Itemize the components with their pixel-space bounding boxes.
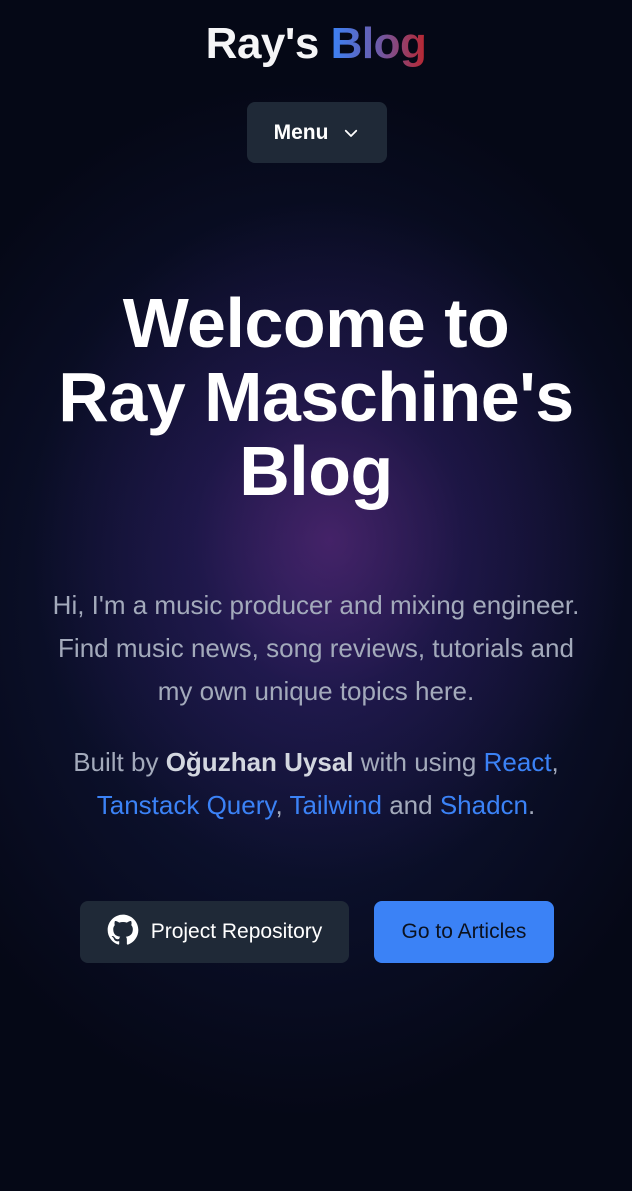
credits-sep2: ,	[275, 790, 283, 820]
credits-end: .	[528, 790, 536, 820]
site-header: Ray's Blog Menu	[0, 0, 632, 200]
tanstack-query-link[interactable]: Tanstack Query	[97, 790, 276, 820]
shadcn-link[interactable]: Shadcn	[440, 790, 528, 820]
go-to-articles-label: Go to Articles	[401, 920, 527, 943]
menu-button[interactable]: Menu	[247, 102, 387, 163]
hero-title-line2: Ray Maschine's	[58, 358, 574, 436]
credits-middle: with using	[360, 747, 477, 777]
site-title-part2: Blog	[330, 19, 427, 68]
credits-text: Built by Oğuzhan Uysal with using React,…	[40, 741, 592, 827]
hero-title: Welcome to Ray Maschine's Blog	[20, 286, 612, 508]
hero-title-line1: Welcome to	[122, 284, 510, 362]
credits-prefix: Built by	[73, 747, 159, 777]
hero-title-line3: Blog	[239, 432, 393, 510]
project-repository-button[interactable]: Project Repository	[80, 901, 349, 963]
project-repository-label: Project Repository	[150, 920, 323, 943]
author-name: Oğuzhan Uysal	[165, 747, 354, 777]
credits-and: and	[389, 790, 433, 820]
github-icon	[107, 914, 139, 951]
site-title-part1: Ray's	[205, 19, 320, 68]
react-link[interactable]: React	[484, 747, 552, 777]
chevron-down-icon	[342, 124, 360, 142]
site-title[interactable]: Ray's Blog	[0, 18, 632, 70]
go-to-articles-button[interactable]: Go to Articles	[374, 901, 554, 963]
menu-label: Menu	[273, 120, 329, 144]
credits-sep1: ,	[551, 747, 559, 777]
hero-description: Hi, I'm a music producer and mixing engi…	[52, 590, 580, 706]
tailwind-link[interactable]: Tailwind	[289, 790, 382, 820]
